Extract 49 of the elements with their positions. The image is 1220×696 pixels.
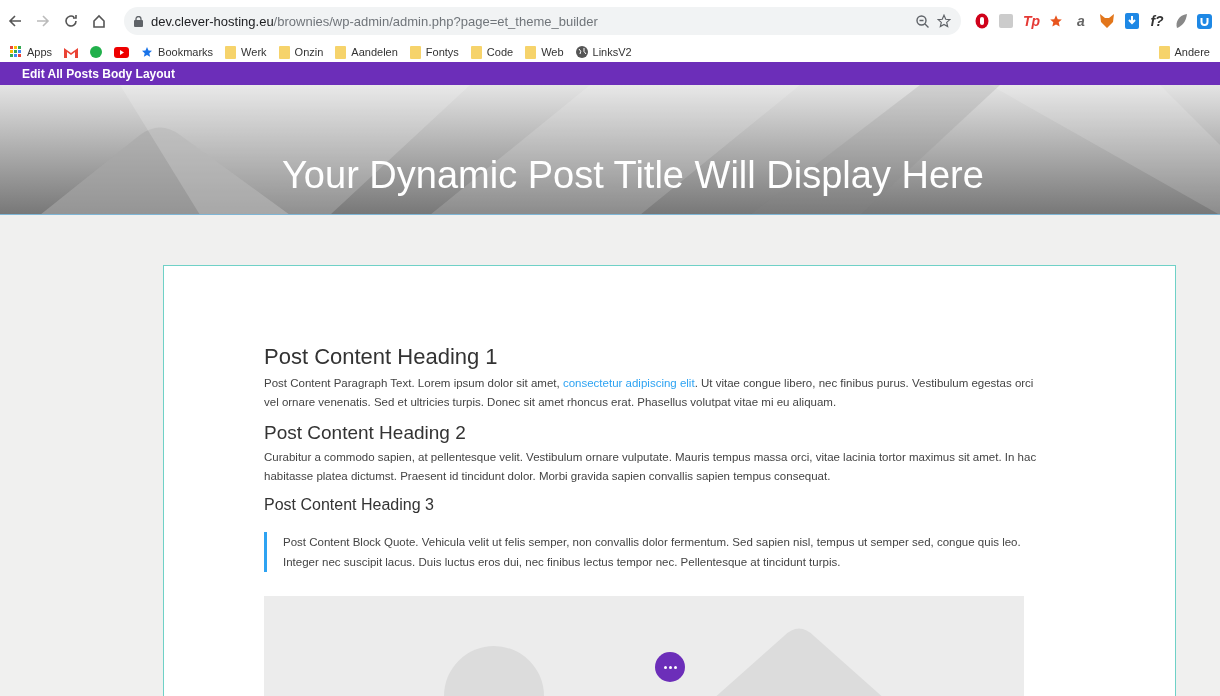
bookmark[interactable]: Fontys [409, 45, 459, 59]
star-icon [141, 46, 154, 58]
folder-icon [1158, 45, 1170, 59]
bookmark[interactable]: Web [525, 45, 564, 59]
extension-icon[interactable]: a [1073, 13, 1089, 29]
folder-icon [525, 45, 537, 59]
bookmark[interactable]: Apps [10, 46, 53, 58]
address-bar[interactable]: dev.clever-hosting.eu/brownies/wp-admin/admin.php?page=et_theme_builder [124, 7, 961, 35]
folder-icon [335, 45, 347, 59]
bookmark[interactable]: Onzin [278, 45, 324, 59]
folder-icon [278, 45, 290, 59]
mail-icon[interactable] [64, 46, 79, 58]
url-host: dev.clever-hosting.eu [151, 13, 274, 29]
apps-grid-icon [10, 46, 22, 58]
bookmark[interactable]: LinksV2 [575, 46, 632, 58]
url-path: /brownies/wp-admin/admin.php?page=et_theme_builder [273, 13, 598, 29]
paragraph: Curabitur a commodo sapien, at pellentesque velit. Vestibulum ornare vulputate. Mauris tempus massa orci, vitae lacinia tortor maximus sit amet. In hac habitasse platea dictumst. Praesent id tincidunt dolor. Morbi gravida sapien convallis sapien tempus consequat. [264, 450, 1038, 484]
star-outline-icon[interactable] [937, 14, 951, 28]
bookmark[interactable]: Code [470, 45, 514, 59]
star-icon[interactable] [1049, 14, 1063, 28]
download-icon[interactable] [1125, 13, 1139, 29]
extension-icon[interactable] [975, 13, 989, 29]
folder-icon [409, 45, 421, 59]
extension-icon[interactable] [1197, 13, 1212, 29]
extension-icon[interactable]: Tp [1023, 13, 1039, 29]
bookmark[interactable]: Werk [225, 45, 267, 59]
reload-icon[interactable] [64, 14, 78, 28]
paragraph: Post Content Paragraph Text. Lorem ipsum dolor sit amet, consectetur adipiscing elit. Ut vitae congue libero, nec finibus purus. Vestibulum egestas orci vel ornare venenatis. Sed et ultricies turpis. Donec sit amet rhoncus erat. Phasellus volutpat vitae mi eu aliquam. [264, 376, 1035, 410]
leaf-icon[interactable] [1175, 14, 1187, 28]
home-icon[interactable] [92, 14, 106, 28]
circle-icon[interactable] [90, 46, 103, 58]
back-icon[interactable] [8, 14, 22, 28]
extension-icon[interactable]: f? [1149, 13, 1165, 29]
folder-icon [470, 45, 482, 59]
content-heading: Post Content Heading 2 [264, 422, 467, 444]
bookmark[interactable]: Aandelen [335, 45, 398, 59]
post-title: Your Dynamic Post Title Will Display Here [282, 153, 984, 198]
bookmark[interactable]: Andere [1158, 45, 1210, 59]
block-quote: Post Content Block Quote. Vehicula velit ut felis semper, non convallis dolor fermentum. Sed sapien nisl, tempus ut semper sed, congue quis leo. Integer nec suscipit lacus. Duis luctus eros dui, nec finibus lectus tempor nec. Pellentesque at tincidunt turpis. [264, 532, 1045, 572]
folder-icon [225, 45, 237, 59]
content-heading: Post Content Heading 1 [264, 344, 499, 370]
globe-icon [575, 46, 588, 58]
layout-title: Edit All Posts Body Layout [22, 66, 175, 81]
fox-icon[interactable] [1099, 14, 1115, 28]
bookmark[interactable]: Bookmarks [141, 46, 214, 58]
play-icon[interactable] [114, 46, 130, 58]
content-heading: Post Content Heading 3 [264, 496, 435, 514]
lock-icon [134, 15, 143, 27]
zoom-out-icon[interactable] [916, 14, 929, 28]
